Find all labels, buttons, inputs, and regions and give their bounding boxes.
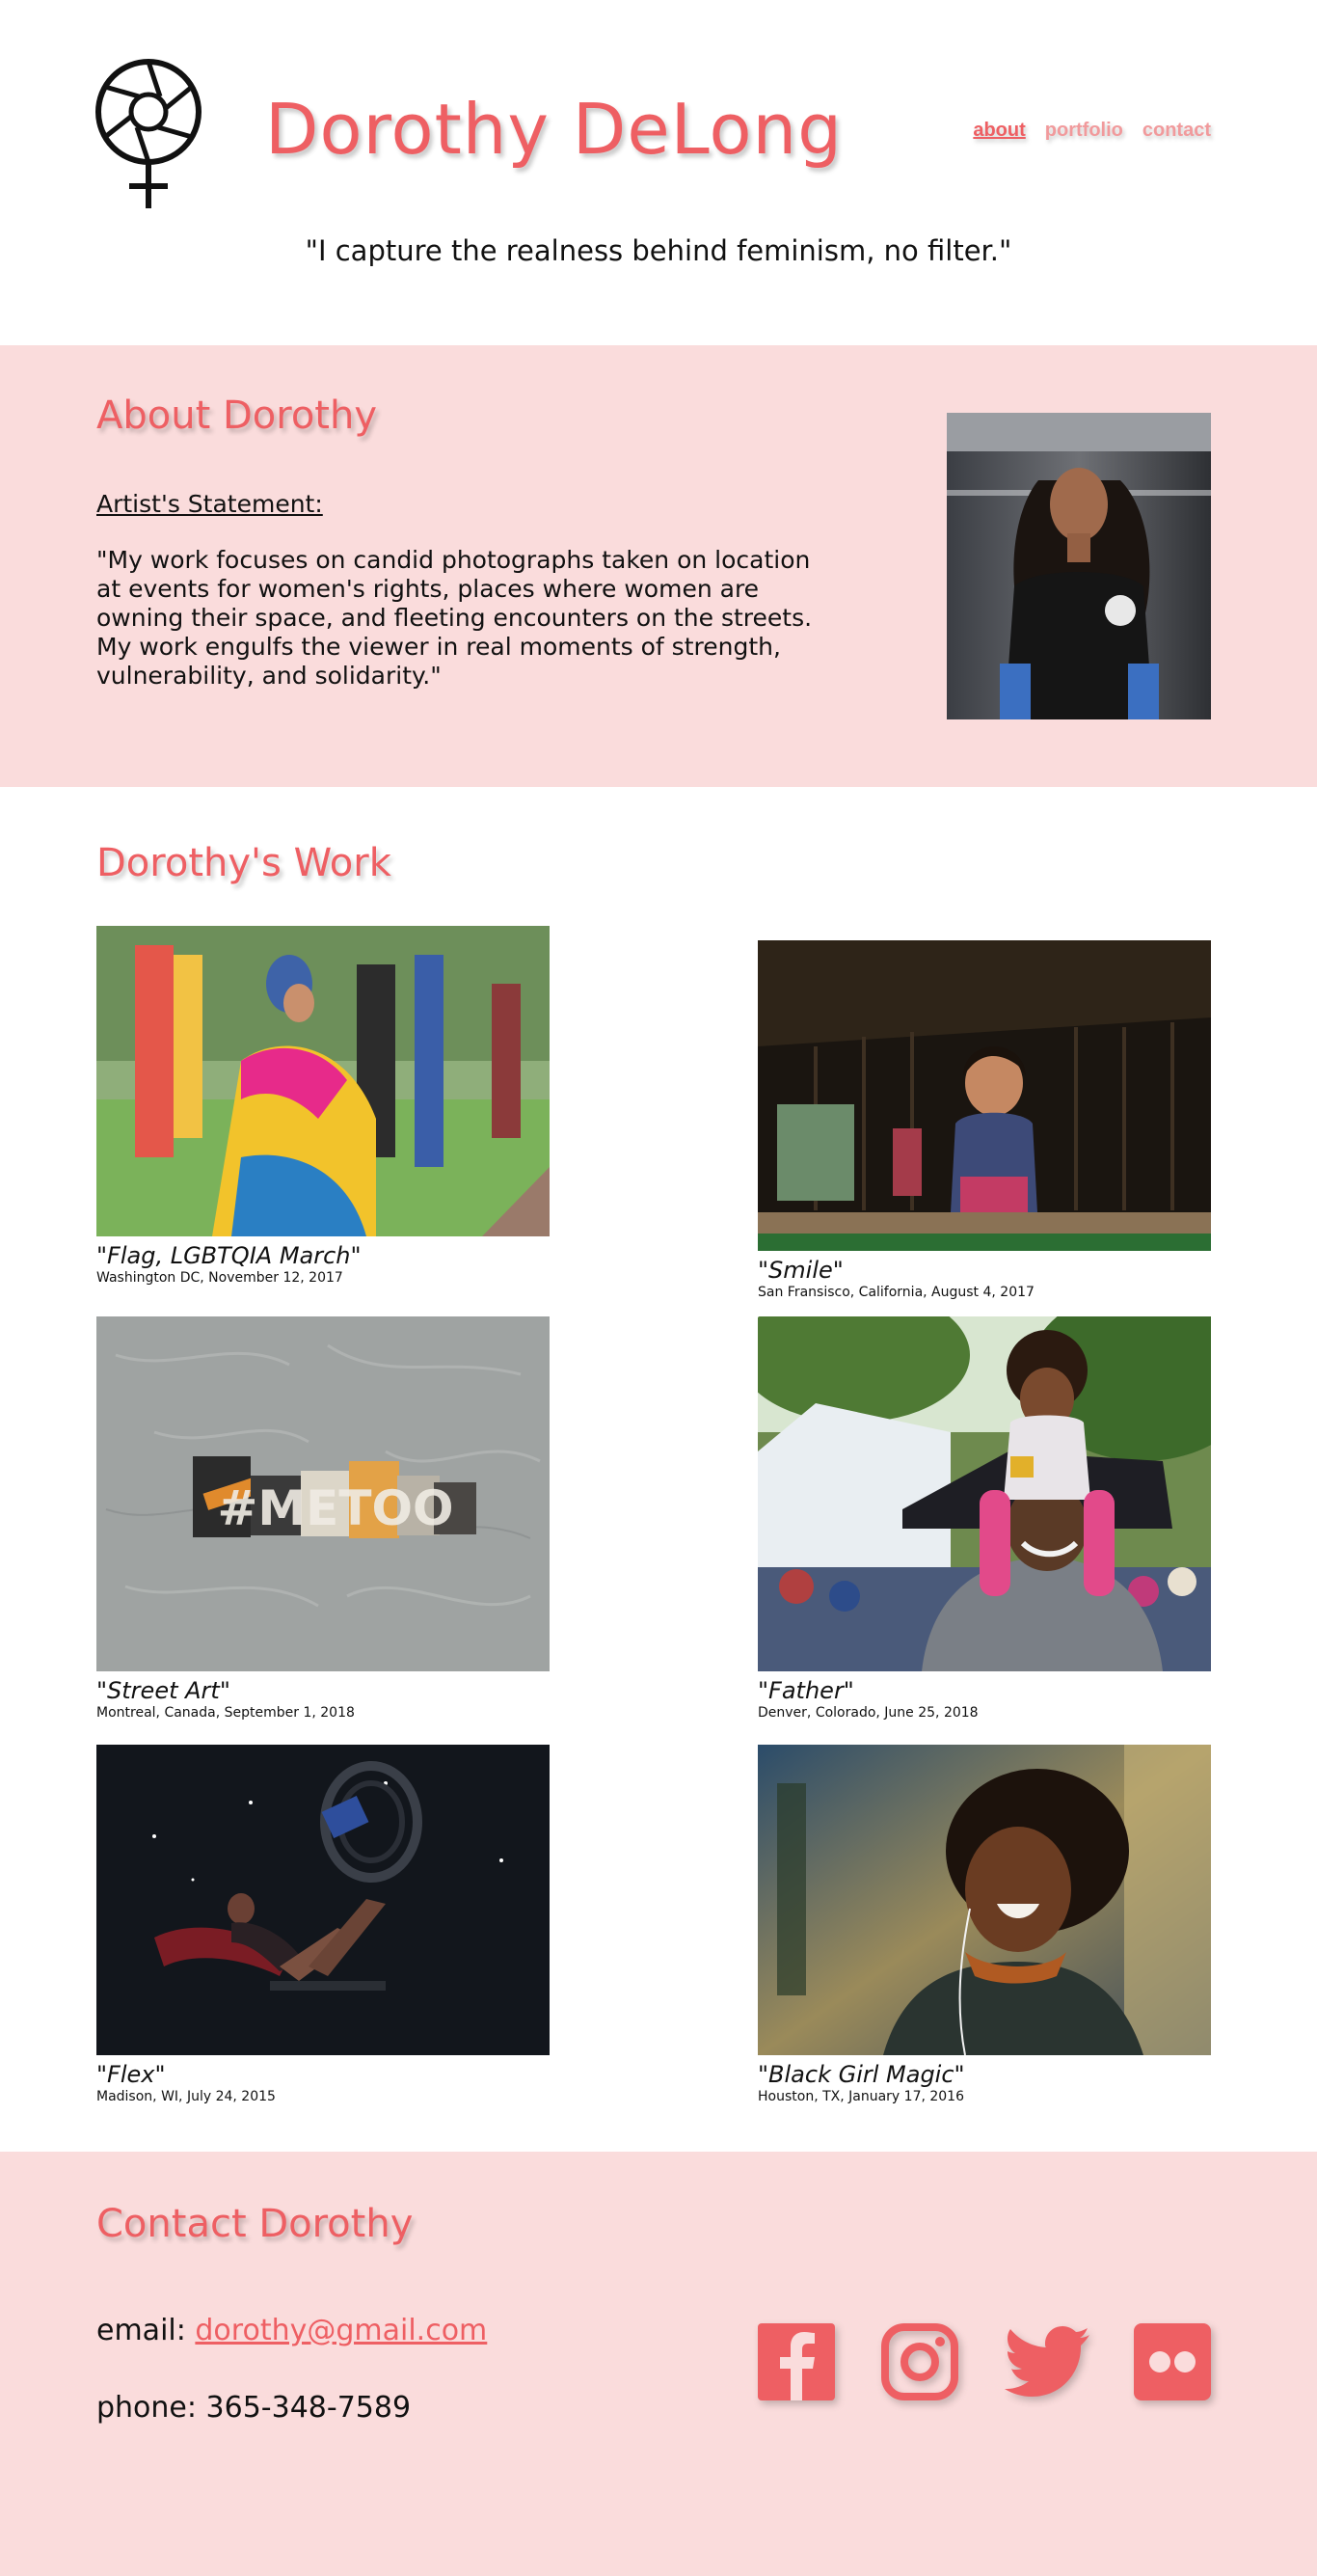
street-art-photo[interactable]: #METOO	[96, 1316, 550, 1671]
main-nav: about portfolio contact	[973, 120, 1211, 142]
photo-title: "Flex"	[96, 2061, 166, 2088]
about-section: About Dorothy Artist's Statement: "My wo…	[0, 345, 1317, 787]
street-art-text: #METOO	[218, 1480, 454, 1536]
statement-label: Artist's Statement:	[96, 490, 323, 518]
work-section: Dorothy's Work "Flag, LGBTQIA March" Was…	[0, 787, 1317, 2152]
flag-photo[interactable]	[96, 926, 550, 1236]
photo-meta: Madison, WI, July 24, 2015	[96, 2089, 276, 2104]
work-heading: Dorothy's Work	[96, 841, 391, 885]
gallery-item[interactable]: "Smile" San Fransisco, California, Augus…	[758, 940, 1211, 1301]
email-label: email:	[96, 2314, 186, 2347]
nav-portfolio-link[interactable]: portfolio	[1045, 120, 1123, 142]
photo-meta: Houston, TX, January 17, 2016	[758, 2089, 964, 2104]
site-title: Dorothy DeLong	[265, 89, 843, 170]
photo-title: "Flag, LGBTQIA March"	[96, 1242, 362, 1269]
black-girl-magic-photo[interactable]	[758, 1745, 1211, 2055]
nav-about-link[interactable]: about	[973, 120, 1025, 142]
contact-heading: Contact Dorothy	[96, 2202, 414, 2246]
site-header: Dorothy DeLong about portfolio contact "…	[0, 0, 1317, 345]
photo-meta: Montreal, Canada, September 1, 2018	[96, 1705, 355, 1721]
gallery-item[interactable]: #METOO "Street Art" Montreal, Canada, Se…	[96, 1316, 550, 1722]
photo-title: "Father"	[758, 1677, 854, 1704]
tagline: "I capture the realness behind feminism,…	[305, 234, 1012, 267]
email-link[interactable]: dorothy@gmail.com	[195, 2314, 487, 2347]
gallery-item[interactable]: "Father" Denver, Colorado, June 25, 2018	[758, 1316, 1211, 1722]
gallery-item[interactable]: "Flex" Madison, WI, July 24, 2015	[96, 1745, 550, 2105]
phone-line: phone: 365-348-7589	[96, 2391, 411, 2425]
gallery-item[interactable]: "Black Girl Magic" Houston, TX, January …	[758, 1745, 1211, 2105]
gallery-item[interactable]: "Flag, LGBTQIA March" Washington DC, Nov…	[96, 926, 550, 1287]
artist-portrait-image	[947, 413, 1211, 719]
feminist-aperture-logo-icon	[95, 59, 202, 208]
photo-title: "Street Art"	[96, 1677, 230, 1704]
phone-label: phone:	[96, 2391, 197, 2425]
about-heading: About Dorothy	[96, 393, 377, 438]
flex-photo[interactable]	[96, 1745, 550, 2055]
nav-contact-link[interactable]: contact	[1142, 120, 1211, 142]
father-photo[interactable]	[758, 1316, 1211, 1671]
email-line: email: dorothy@gmail.com	[96, 2314, 487, 2347]
instagram-icon[interactable]	[881, 2323, 958, 2400]
flickr-icon[interactable]	[1134, 2323, 1211, 2400]
photo-title: "Black Girl Magic"	[758, 2061, 965, 2088]
phone-number: 365-348-7589	[205, 2391, 412, 2425]
photo-title: "Smile"	[758, 1257, 844, 1284]
photo-meta: Denver, Colorado, June 25, 2018	[758, 1705, 979, 1721]
facebook-icon[interactable]	[758, 2323, 835, 2400]
artist-statement: "My work focuses on candid photographs t…	[96, 546, 813, 690]
twitter-icon[interactable]	[1005, 2323, 1091, 2400]
photo-meta: San Fransisco, California, August 4, 201…	[758, 1285, 1035, 1300]
contact-section: Contact Dorothy email: dorothy@gmail.com…	[0, 2152, 1317, 2576]
smile-photo[interactable]	[758, 940, 1211, 1251]
photo-meta: Washington DC, November 12, 2017	[96, 1270, 343, 1286]
